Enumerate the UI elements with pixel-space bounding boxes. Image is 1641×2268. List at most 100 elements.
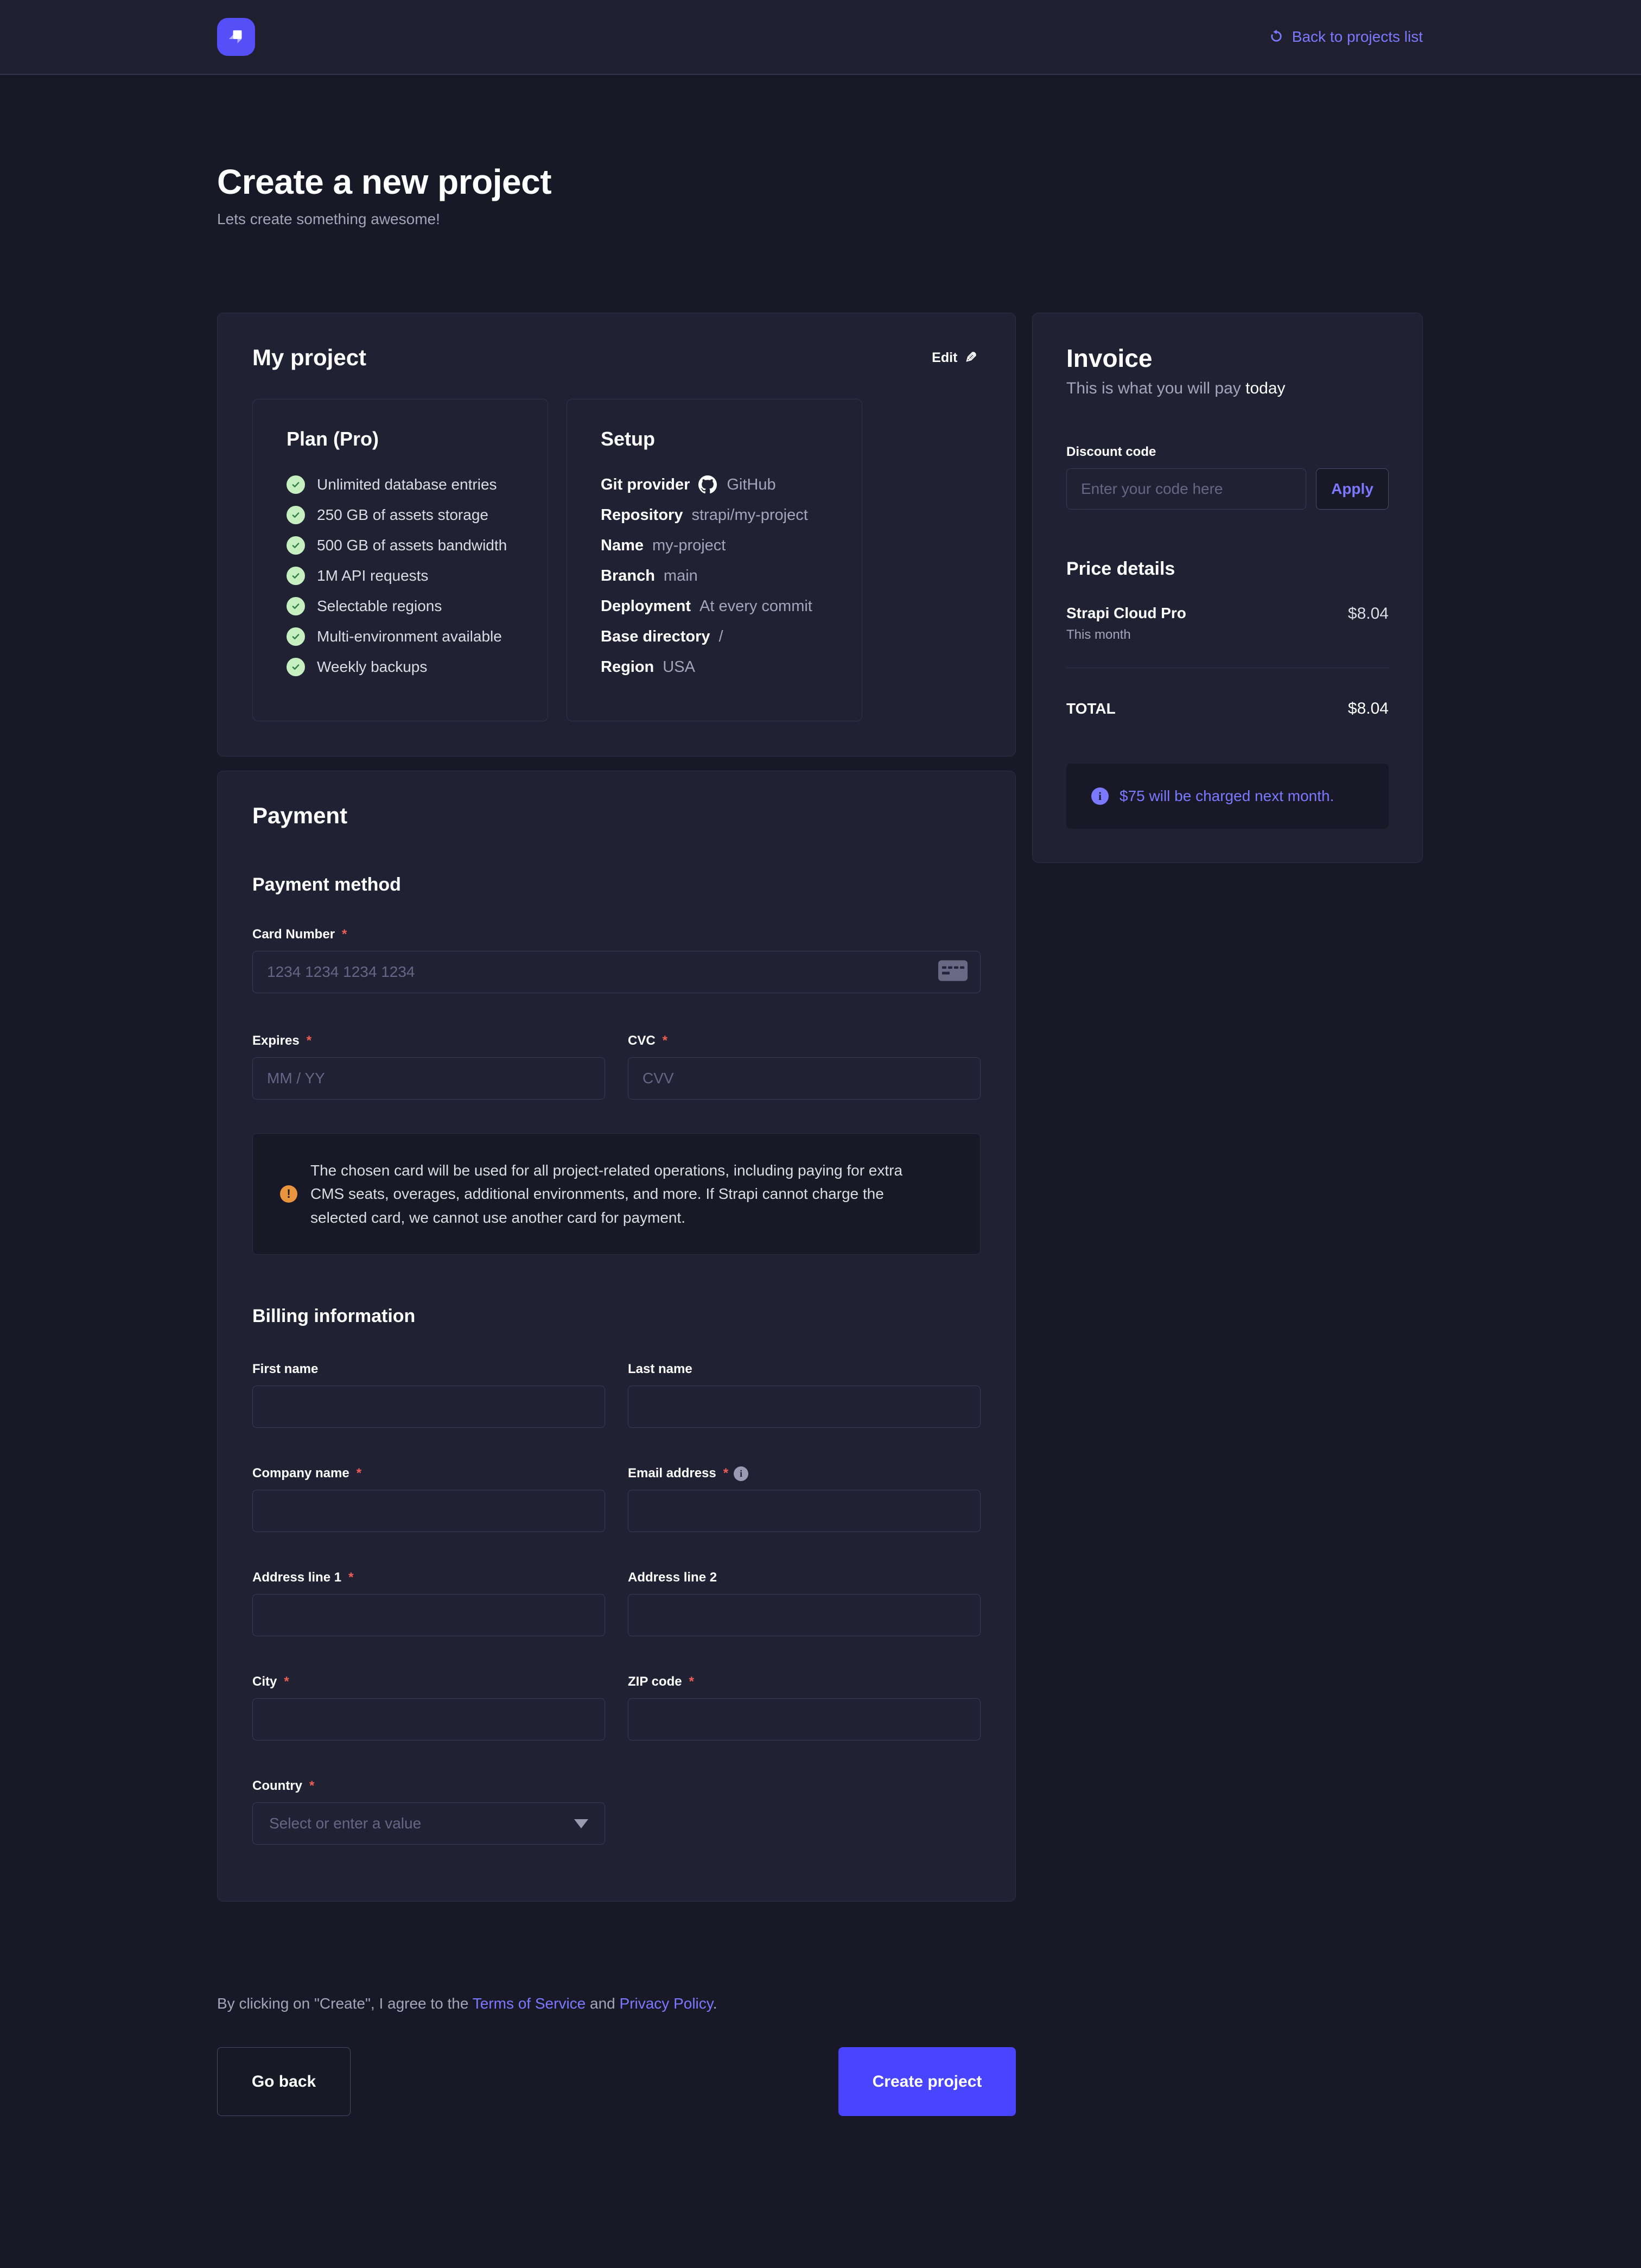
my-project-card: My project Edit ✎ Plan (Pro) Unlimited d…	[217, 313, 1016, 757]
setup-row-value: main	[664, 567, 698, 585]
required-marker: *	[663, 1033, 667, 1049]
setup-row: Base directory /	[601, 628, 828, 646]
card-number-label: Card Number	[252, 927, 335, 942]
required-marker: *	[723, 1466, 728, 1481]
billing-fields-grid: First name Last name Company name* Email…	[252, 1362, 981, 1845]
setup-row-value: /	[719, 628, 723, 646]
terms-of-service-link[interactable]: Terms of Service	[473, 1995, 586, 2012]
first-name-input[interactable]	[252, 1386, 605, 1428]
plan-feature-label: Selectable regions	[317, 598, 442, 615]
expires-label: Expires	[252, 1033, 300, 1049]
setup-row-label: Base directory	[601, 628, 710, 646]
plan-feature-item: Selectable regions	[287, 597, 514, 615]
next-month-charge-text: $75 will be charged next month.	[1120, 787, 1334, 805]
agreement-middle: and	[586, 1995, 619, 2012]
plan-feature-label: 250 GB of assets storage	[317, 506, 488, 524]
setup-row-value: strapi/my-project	[691, 506, 807, 524]
invoice-subtitle-prefix: This is what you will pay	[1066, 379, 1245, 397]
price-details-title: Price details	[1066, 558, 1389, 580]
setup-row: Name my-project	[601, 537, 828, 555]
city-field: City*	[252, 1674, 605, 1740]
strapi-logo	[217, 18, 255, 56]
warning-icon: !	[280, 1185, 297, 1203]
cvc-label: CVC	[628, 1033, 656, 1049]
billing-field-label: Company name	[252, 1466, 349, 1481]
go-back-button[interactable]: Go back	[217, 2047, 351, 2116]
price-item-period: This month	[1066, 627, 1186, 643]
expires-field: Expires*	[252, 1033, 605, 1100]
billing-field-label: ZIP code	[628, 1674, 682, 1689]
invoice-subtitle: This is what you will pay today	[1066, 379, 1389, 398]
payment-card: Payment Payment method Card Number*	[217, 771, 1016, 1902]
card-number-input[interactable]	[252, 951, 981, 993]
check-circle-icon	[287, 536, 305, 555]
check-circle-icon	[287, 475, 305, 494]
cvc-field: CVC *	[628, 1033, 981, 1100]
total-amount: $8.04	[1348, 700, 1389, 718]
edit-project-button[interactable]: Edit ✎	[928, 349, 981, 367]
back-to-projects-link[interactable]: Back to projects list	[1268, 28, 1423, 46]
invoice-subtitle-emphasis: today	[1245, 379, 1285, 397]
setup-title: Setup	[601, 428, 828, 450]
back-to-projects-label: Back to projects list	[1292, 28, 1423, 46]
apply-discount-button[interactable]: Apply	[1316, 468, 1389, 510]
email-address-input[interactable]	[628, 1490, 981, 1532]
setup-row-label: Branch	[601, 567, 655, 585]
billing-field-label: Address line 2	[628, 1570, 717, 1585]
plan-title: Plan (Pro)	[287, 428, 514, 450]
check-circle-icon	[287, 567, 305, 585]
plan-feature-item: Multi-environment available	[287, 627, 514, 646]
agreement-prefix: By clicking on "Create", I agree to the	[217, 1995, 473, 2012]
email-address-field: Email address* i	[628, 1466, 981, 1532]
required-marker: *	[348, 1570, 353, 1585]
return-arrow-icon	[1268, 29, 1284, 45]
payment-title: Payment	[252, 803, 981, 829]
plan-feature-list: Unlimited database entries 250 GB of ass…	[287, 475, 514, 676]
expires-input[interactable]	[252, 1057, 605, 1100]
setup-row-label: Name	[601, 537, 644, 555]
required-marker: *	[284, 1674, 289, 1689]
invoice-title: Invoice	[1066, 344, 1389, 373]
create-project-button[interactable]: Create project	[838, 2047, 1016, 2116]
privacy-policy-link[interactable]: Privacy Policy	[620, 1995, 713, 2012]
price-item-amount: $8.04	[1348, 605, 1389, 623]
plan-feature-label: 500 GB of assets bandwidth	[317, 537, 507, 554]
setup-row-label: Region	[601, 658, 654, 676]
price-line-item: Strapi Cloud Pro This month $8.04	[1066, 605, 1389, 643]
address-line-2-input[interactable]	[628, 1594, 981, 1636]
cvc-input[interactable]	[628, 1057, 981, 1100]
required-marker: *	[689, 1674, 694, 1689]
last-name-input[interactable]	[628, 1386, 981, 1428]
zip-code-field: ZIP code *	[628, 1674, 981, 1740]
setup-row-list: Git provider GitHub Repository strapi/my…	[601, 475, 828, 676]
company-name-input[interactable]	[252, 1490, 605, 1532]
city-input[interactable]	[252, 1698, 605, 1740]
plan-feature-label: Multi-environment available	[317, 628, 502, 645]
discount-code-label: Discount code	[1066, 444, 1156, 460]
check-circle-icon	[287, 506, 305, 524]
select-placeholder: Select or enter a value	[269, 1815, 421, 1832]
setup-row-value: my-project	[652, 537, 726, 555]
country-select[interactable]: Select or enter a value	[252, 1802, 605, 1845]
required-marker: *	[342, 927, 347, 942]
address-line-1-input[interactable]	[252, 1594, 605, 1636]
zip-code-input[interactable]	[628, 1698, 981, 1740]
check-circle-icon	[287, 658, 305, 676]
setup-row-label: Repository	[601, 506, 683, 524]
last-name-field: Last name	[628, 1362, 981, 1428]
invoice-card: Invoice This is what you will pay today …	[1032, 313, 1423, 863]
price-item-name: Strapi Cloud Pro	[1066, 605, 1186, 622]
discount-code-input[interactable]	[1066, 468, 1306, 510]
required-marker: *	[309, 1778, 314, 1794]
agreement-suffix: .	[713, 1995, 717, 2012]
card-number-field: Card Number *	[252, 927, 981, 993]
plan-feature-item: 250 GB of assets storage	[287, 506, 514, 524]
plan-feature-item: Weekly backups	[287, 658, 514, 676]
plan-feature-item: 1M API requests	[287, 567, 514, 585]
setup-row-value: At every commit	[699, 598, 812, 615]
setup-row-label: Git provider	[601, 476, 690, 494]
address-line-2-field: Address line 2	[628, 1570, 981, 1636]
setup-row-value: GitHub	[727, 476, 775, 494]
check-circle-icon	[287, 627, 305, 646]
info-icon: i	[734, 1466, 748, 1481]
